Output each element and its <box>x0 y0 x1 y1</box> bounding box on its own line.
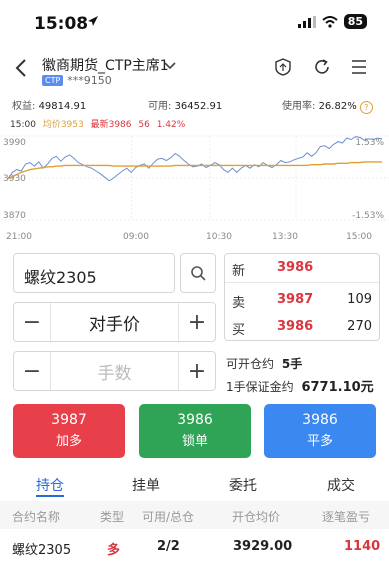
table-row[interactable]: 螺纹2305 多 2/2 3929.00 1140 <box>0 532 389 560</box>
price-stepper: − 对手价 + <box>13 302 216 342</box>
intraday-chart-svg: 3990 3930 3870 1.53% -1.53% 21:00 09:00 10:30 13… <box>0 135 389 242</box>
margin-label: 1手保证金约 <box>226 380 294 394</box>
ask-label: 卖 <box>232 296 246 311</box>
active-tab-underline <box>36 495 64 497</box>
row-avg-price: 3929.00 <box>233 539 293 554</box>
bid-price: 3986 <box>277 319 314 334</box>
y-tick-label: 3870 <box>3 211 26 221</box>
back-icon[interactable] <box>14 58 28 78</box>
account-stats: 权益: 49814.91 可用: 36452.91 使用率: 26.82%? <box>0 93 389 114</box>
price-line <box>7 136 383 182</box>
bid-label: 买 <box>232 323 246 338</box>
quote-box: 新 3986 卖 3987 109 买 3986 270 <box>224 253 380 341</box>
price-minus-button[interactable]: − <box>14 303 50 341</box>
y-right-tick-label: -1.53% <box>352 211 384 221</box>
last-price: 3986 <box>277 260 314 275</box>
ask-price: 3987 <box>277 292 314 307</box>
lock-label: 锁单 <box>181 434 208 449</box>
positions-header: 合约名称 类型 可用/总仓 开仓均价 逐笔盈亏 <box>0 501 389 529</box>
usage-value: 26.82% <box>318 101 357 112</box>
qty-input[interactable]: 手数 <box>50 352 179 390</box>
search-icon <box>191 266 206 281</box>
avg-price-line <box>7 161 382 180</box>
qty-plus-button[interactable]: + <box>179 352 215 390</box>
quantity-stepper: − 手数 + <box>13 351 216 391</box>
x-tick-label: 13:30 <box>272 232 298 242</box>
battery-level: 85 <box>343 14 367 29</box>
ask-qty: 109 <box>347 292 372 307</box>
qty-minus-button[interactable]: − <box>14 352 50 390</box>
x-tick-label: 10:30 <box>206 232 232 242</box>
stop-loss-icon[interactable] <box>274 58 292 76</box>
location-arrow-icon <box>88 16 98 26</box>
quote-last-row: 新 3986 <box>225 254 381 280</box>
row-name: 螺纹2305 <box>12 543 72 558</box>
account-subline: CTP ***9150 <box>42 74 112 87</box>
bid-qty: 270 <box>347 319 372 334</box>
usage-stat: 使用率: 26.82%? <box>282 97 373 114</box>
account-name[interactable]: 徽商期货_CTP主席1 <box>42 55 169 75</box>
symbol-field[interactable]: 螺纹2305 <box>13 253 175 293</box>
openable-info: 可开仓约 5手 <box>226 355 302 372</box>
x-tick-label: 21:00 <box>6 232 32 242</box>
quote-bid-row[interactable]: 买 3986 270 <box>225 313 381 339</box>
signal-icon <box>297 15 316 28</box>
menu-icon[interactable] <box>350 58 368 76</box>
col-pnl: 逐笔盈亏 <box>322 510 371 524</box>
margin-value: 6771.10元 <box>301 380 374 395</box>
wifi-icon <box>322 15 338 28</box>
price-mode-value[interactable]: 对手价 <box>50 303 179 341</box>
quote-ask-row[interactable]: 卖 3987 109 <box>225 286 381 312</box>
openable-label: 可开仓约 <box>226 357 275 371</box>
close-long-label: 平多 <box>306 434 333 449</box>
equity-stat: 权益: 49814.91 <box>12 101 87 112</box>
account-id: ***9150 <box>67 74 112 87</box>
refresh-icon[interactable] <box>313 58 331 76</box>
tab-positions[interactable]: 持仓 <box>36 475 64 495</box>
y-tick-label: 3990 <box>3 138 26 148</box>
tab-pending[interactable]: 挂单 <box>132 475 160 495</box>
openable-value: 5手 <box>281 357 303 371</box>
lock-button[interactable]: 3986 锁单 <box>139 404 251 458</box>
price-plus-button[interactable]: + <box>179 303 215 341</box>
intraday-chart[interactable]: 3990 3930 3870 1.53% -1.53% 21:00 09:00 10:30 13… <box>0 128 389 245</box>
y-right-tick-label: 1.53% <box>355 138 384 148</box>
x-tick-label: 15:00 <box>346 232 372 242</box>
tab-bar: 持仓 挂单 委托 成交 <box>0 470 389 498</box>
available-stat: 可用: 36452.91 <box>148 101 223 112</box>
row-type: 多 <box>107 543 121 558</box>
buy-long-label: 加多 <box>55 434 82 449</box>
buy-long-button[interactable]: 3987 加多 <box>13 404 125 458</box>
buy-long-price: 3987 <box>51 412 87 428</box>
col-name: 合约名称 <box>12 510 61 524</box>
account-tag: CTP <box>42 75 64 86</box>
y-tick-label: 3930 <box>3 174 26 184</box>
tab-trades[interactable]: 成交 <box>327 475 355 495</box>
equity-value: 49814.91 <box>38 101 87 112</box>
available-value: 36452.91 <box>174 101 223 112</box>
search-button[interactable] <box>180 253 216 293</box>
status-time: 15:08 <box>34 14 89 34</box>
last-label: 新 <box>232 264 246 279</box>
help-icon[interactable]: ? <box>359 101 373 114</box>
chevron-down-icon[interactable] <box>164 62 176 70</box>
row-pnl: 1140 <box>344 539 381 554</box>
tab-orders[interactable]: 委托 <box>229 475 257 495</box>
close-long-price: 3986 <box>302 412 338 428</box>
x-tick-label: 09:00 <box>123 232 149 242</box>
close-long-button[interactable]: 3986 平多 <box>264 404 376 458</box>
row-avail-total: 2/2 <box>157 539 180 554</box>
status-icons: 85 <box>297 14 367 29</box>
margin-info: 1手保证金约 6771.10元 <box>226 376 374 395</box>
symbol-value: 螺纹2305 <box>24 268 97 287</box>
col-avg-price: 开仓均价 <box>232 510 281 524</box>
col-avail-total: 可用/总仓 <box>142 510 195 524</box>
lock-price: 3986 <box>177 412 213 428</box>
col-type: 类型 <box>100 510 125 524</box>
